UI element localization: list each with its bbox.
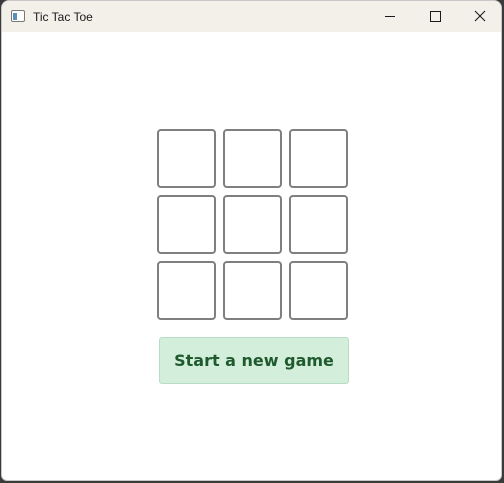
board-cell-6[interactable] (289, 195, 348, 254)
game-board (157, 129, 350, 321)
minimize-icon (385, 16, 395, 17)
board-cell-3[interactable] (289, 129, 348, 188)
app-icon (11, 10, 25, 22)
board-cell-9[interactable] (289, 261, 348, 320)
maximize-button[interactable] (412, 1, 457, 32)
maximize-icon (430, 11, 441, 22)
close-icon (474, 10, 486, 22)
title-bar[interactable]: Tic Tac Toe (2, 1, 501, 32)
board-cell-2[interactable] (223, 129, 282, 188)
board-cell-5[interactable] (223, 195, 282, 254)
board-cell-4[interactable] (157, 195, 216, 254)
board-cell-8[interactable] (223, 261, 282, 320)
minimize-button[interactable] (367, 1, 412, 32)
board-cell-1[interactable] (157, 129, 216, 188)
new-game-button[interactable]: Start a new game (159, 337, 349, 384)
close-button[interactable] (457, 1, 501, 32)
window-title: Tic Tac Toe (33, 10, 93, 24)
board-cell-7[interactable] (157, 261, 216, 320)
app-window: Tic Tac Toe Start a new game (1, 0, 502, 481)
